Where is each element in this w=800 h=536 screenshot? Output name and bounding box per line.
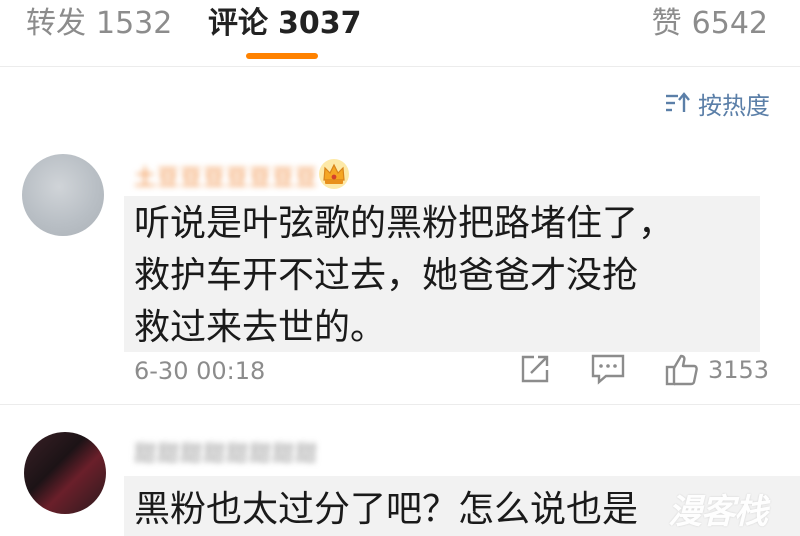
divider bbox=[0, 404, 800, 405]
comment-text: 黑粉也太过分了吧？怎么说也是 bbox=[134, 484, 638, 536]
tab-comments-count: 3037 bbox=[278, 6, 362, 41]
comment-icon bbox=[591, 354, 625, 385]
tab-reposts-count: 1532 bbox=[96, 6, 173, 41]
comment-timestamp: 6-30 00:18 bbox=[134, 357, 266, 385]
comment-text: 听说是叶弦歌的黑粉把路堵住了， 救护车开不过去，她爸爸才没抢 救过来去世的。 bbox=[134, 198, 674, 354]
comment-line: 救过来去世的。 bbox=[134, 307, 387, 348]
divider bbox=[0, 66, 800, 67]
like-button[interactable]: 3153 bbox=[664, 352, 769, 388]
tab-likes[interactable]: 赞 6542 bbox=[652, 6, 768, 42]
avatar[interactable] bbox=[24, 432, 106, 514]
reply-button[interactable] bbox=[590, 352, 626, 390]
sort-by-hot-button[interactable]: 按热度 bbox=[664, 86, 770, 120]
share-button[interactable] bbox=[518, 352, 552, 390]
active-tab-indicator bbox=[246, 53, 318, 59]
sort-label: 按热度 bbox=[698, 91, 770, 120]
tab-likes-label: 赞 bbox=[651, 6, 682, 41]
sort-icon bbox=[666, 92, 690, 112]
comment-username[interactable]: 甜甜甜甜甜甜甜甜 bbox=[134, 436, 318, 468]
tab-reposts-label: 转发 bbox=[26, 6, 86, 41]
vip-crown-icon bbox=[319, 159, 349, 189]
thumbs-up-icon bbox=[665, 354, 698, 386]
comment-line: 听说是叶弦歌的黑粉把路堵住了， bbox=[134, 203, 675, 244]
share-icon bbox=[521, 355, 549, 383]
tab-reposts[interactable]: 转发 1532 bbox=[26, 6, 172, 42]
comment-username[interactable]: 土豆豆豆豆豆豆豆 bbox=[134, 160, 318, 192]
tab-comments[interactable]: 评论 3037 bbox=[208, 6, 362, 42]
tab-bar: 转发 1532 评论 3037 赞 6542 bbox=[0, 0, 800, 62]
comment-line: 救护车开不过去，她爸爸才没抢 bbox=[134, 255, 639, 296]
comment-line: 黑粉也太过分了吧？怎么说也是 bbox=[134, 489, 639, 530]
like-count: 3153 bbox=[708, 356, 770, 384]
tab-likes-count: 6542 bbox=[691, 6, 768, 41]
avatar[interactable] bbox=[22, 154, 104, 236]
watermark-logo: 漫客栈 bbox=[668, 492, 768, 532]
tab-comments-label: 评论 bbox=[208, 6, 268, 41]
